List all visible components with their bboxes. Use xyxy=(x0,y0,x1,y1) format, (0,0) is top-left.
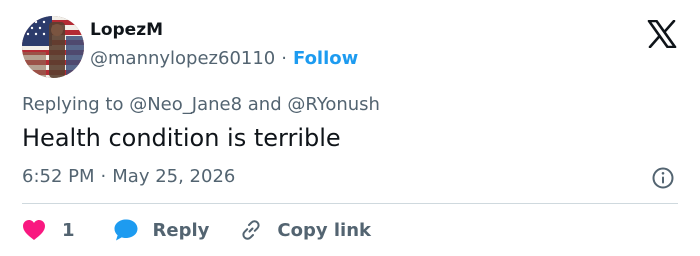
tweet-date[interactable]: May 25, 2026 xyxy=(112,166,235,187)
tweet-time[interactable]: 6:52 PM xyxy=(22,166,95,187)
author-display-name[interactable]: LopezM xyxy=(90,20,163,40)
x-logo-icon[interactable] xyxy=(647,20,677,48)
heart-icon xyxy=(23,220,45,240)
separator-dot: · xyxy=(100,166,107,187)
reply-context: Replying to @Neo_Jane8 and @RYonush xyxy=(22,94,380,115)
tweet-text: Health condition is terrible xyxy=(22,124,341,152)
divider xyxy=(22,203,678,204)
mention-link[interactable]: @Neo_Jane8 xyxy=(129,94,242,115)
reply-prefix: Replying to xyxy=(22,94,124,115)
mention-link[interactable]: @RYonush xyxy=(287,94,380,115)
info-icon[interactable] xyxy=(651,166,675,190)
action-bar: 1 Reply Copy link xyxy=(22,214,401,246)
speech-bubble-icon xyxy=(114,219,138,241)
follow-button[interactable]: Follow xyxy=(293,48,358,69)
avatar-flag-image xyxy=(22,16,84,78)
link-icon xyxy=(242,220,260,240)
like-count: 1 xyxy=(62,219,75,241)
separator-dot: · xyxy=(281,48,287,69)
reply-label: Reply xyxy=(152,219,210,241)
copy-link-button[interactable]: Copy link xyxy=(239,218,371,242)
like-button[interactable]: 1 xyxy=(22,219,75,241)
copy-link-label: Copy link xyxy=(277,219,371,241)
reply-joiner: and xyxy=(247,94,282,115)
reply-button[interactable]: Reply xyxy=(113,218,210,242)
author-handle-row: @mannylopez60110 · Follow xyxy=(90,48,358,69)
author-handle[interactable]: @mannylopez60110 xyxy=(90,48,275,69)
avatar[interactable] xyxy=(22,16,84,78)
timestamp[interactable]: 6:52 PM · May 25, 2026 xyxy=(22,166,235,187)
